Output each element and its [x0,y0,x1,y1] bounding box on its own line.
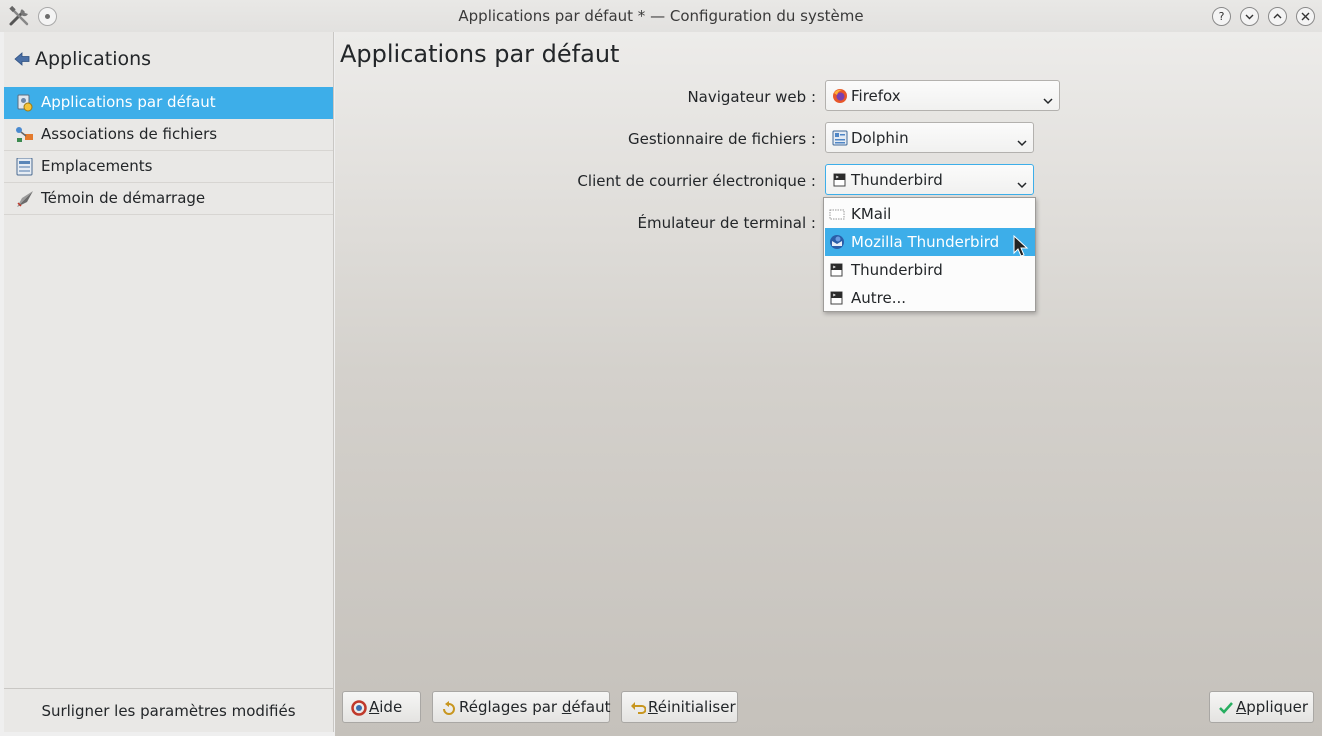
email-client-dropdown-list: KMail Mozilla Thunderbird Thunderbird Au… [823,197,1036,312]
terminal-emulator-label: Émulateur de terminal : [637,214,816,232]
dropdown-option-label: Thunderbird [851,261,943,279]
close-window-button[interactable] [1296,7,1315,26]
firefox-icon [832,88,848,104]
dropdown-option-kmail[interactable]: KMail [825,200,1035,228]
mouse-cursor-icon [1013,234,1029,259]
dropdown-option-label: Mozilla Thunderbird [851,233,1000,251]
defaults-accel: d [561,698,572,716]
email-client-label: Client de courrier électronique : [577,172,816,190]
restore-defaults-icon [441,700,457,716]
window-title: Applications par défaut * — Configuratio… [458,7,864,25]
sidebar-item-default-applications[interactable]: Applications par défaut [4,87,333,119]
reset-accel: R [648,698,658,716]
sidebar-item-label: Emplacements [41,157,153,175]
file-manager-label: Gestionnaire de fichiers : [627,130,816,148]
highlight-changed-settings-button[interactable]: Surligner les paramètres modifiés [4,688,333,732]
help-icon [351,700,367,716]
undo-icon [630,700,647,716]
main-panel: Applications par défaut Navigateur web :… [335,32,1322,736]
defaults-button[interactable]: Réglages par défaut [432,691,610,723]
thunderbird-icon [829,234,845,250]
sidebar-item-locations[interactable]: Emplacements [4,151,333,183]
chevron-down-icon [1017,175,1027,189]
checkmark-icon [1218,700,1234,716]
web-browser-combobox[interactable]: Firefox [825,80,1060,111]
terminal-app-icon [829,262,845,278]
sidebar: Applications Applications par défaut Ass… [4,32,334,732]
dolphin-icon [832,130,848,146]
file-manager-value: Dolphin [851,129,909,147]
reset-button[interactable]: Réinitialiser [621,691,738,723]
sidebar-header: Applications [4,32,334,86]
defaults-label-rest: éfaut [571,698,611,716]
web-browser-value: Firefox [851,87,901,105]
terminal-app-icon [829,290,845,306]
default-apps-icon [15,94,35,112]
dropdown-option-label: KMail [851,205,892,223]
maximize-window-button[interactable] [1268,7,1287,26]
web-browser-label: Navigateur web : [687,88,816,106]
help-window-button[interactable]: ? [1212,7,1231,26]
apply-label: ppliquer [1246,698,1309,716]
sidebar-item-file-associations[interactable]: Associations de fichiers [4,119,333,151]
help-label: ide [379,698,403,716]
kmail-icon [829,206,845,222]
chevron-down-icon [1043,91,1053,105]
sidebar-item-launch-feedback[interactable]: Témoin de démarrage [4,183,333,215]
help-accel: A [369,698,380,716]
file-associations-icon [15,126,35,144]
dropdown-option-other[interactable]: Autre... [825,284,1035,312]
highlight-changed-settings-label: Surligner les paramètres modifiés [41,702,296,720]
apply-accel: A [1236,698,1247,716]
locations-icon [15,157,35,176]
page-title: Applications par défaut [340,40,620,68]
sidebar-item-label: Associations de fichiers [41,125,218,143]
sidebar-title: Applications [35,48,152,70]
dropdown-option-mozilla-thunderbird[interactable]: Mozilla Thunderbird [825,228,1035,256]
help-button[interactable]: Aide [342,691,421,723]
terminal-app-icon [832,172,848,188]
sidebar-item-label: Témoin de démarrage [41,189,206,207]
file-manager-combobox[interactable]: Dolphin [825,122,1034,153]
email-client-combobox[interactable]: Thunderbird [825,164,1034,195]
dropdown-option-label: Autre... [851,289,907,307]
launch-feedback-icon [15,190,35,208]
defaults-label-pre: Réglages par [459,698,562,716]
apply-button[interactable]: Appliquer [1209,691,1314,723]
email-client-value: Thunderbird [851,171,943,189]
sidebar-item-label: Applications par défaut [41,93,216,111]
minimize-window-button[interactable] [1240,7,1259,26]
title-bar: Applications par défaut * — Configuratio… [0,0,1322,32]
dropdown-option-thunderbird[interactable]: Thunderbird [825,256,1035,284]
chevron-down-icon [1017,133,1027,147]
back-arrow-icon[interactable] [14,52,30,66]
reset-label: éinitialiser [657,698,736,716]
